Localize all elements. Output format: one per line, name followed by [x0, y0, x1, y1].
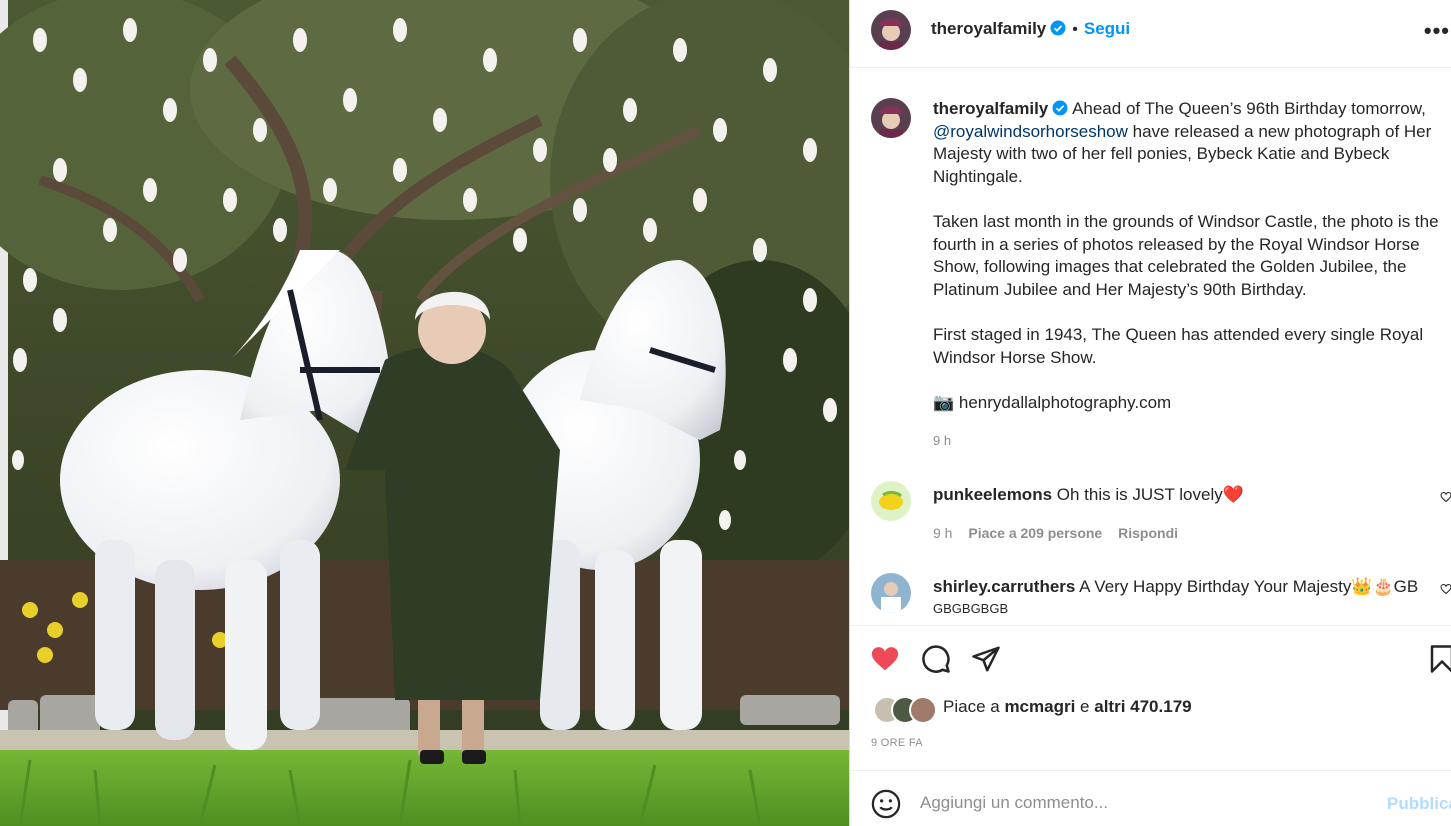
- comment-body: Oh this is JUST lovely❤️: [1056, 485, 1244, 504]
- add-comment-bar: Pubblica: [850, 770, 1451, 826]
- liker-avatar: [909, 696, 937, 724]
- comment-meta: 9 h Piace a 209 persone Rispondi: [933, 525, 1190, 541]
- commenter-avatar[interactable]: [871, 481, 911, 521]
- caption-time[interactable]: 9 h: [933, 433, 951, 448]
- commenter-username[interactable]: shirley.carruthers: [933, 577, 1075, 596]
- verified-badge-icon: [1052, 100, 1068, 116]
- comment-text: shirley.carruthers A Very Happy Birthday…: [933, 577, 1418, 597]
- likes-summary[interactable]: Piace a mcmagri e altri 470.179: [943, 697, 1192, 717]
- comment-time[interactable]: 9 h: [933, 525, 952, 541]
- bookmark-icon[interactable]: [1427, 644, 1451, 674]
- comment-likes[interactable]: Piace a 209 persone: [968, 525, 1102, 541]
- commenter-avatar[interactable]: [871, 573, 911, 613]
- post-sidebar: theroyalfamily • Segui ••• theroyalfamily …: [849, 0, 1451, 826]
- follow-button[interactable]: Segui: [1084, 19, 1130, 38]
- more-options-icon[interactable]: •••: [1424, 18, 1450, 44]
- caption-line: Platinum Jubilee and Her Majesty’s 90th …: [933, 279, 1307, 299]
- author-username[interactable]: theroyalfamily: [931, 19, 1046, 38]
- caption-line: have released a new photograph of Her: [1132, 121, 1432, 141]
- post-caption: theroyalfamily Ahead of The Queen’s 96th…: [933, 98, 1451, 414]
- caption-line: fourth in a series of photos released by…: [933, 234, 1420, 254]
- caption-avatar[interactable]: [871, 98, 911, 138]
- caption-line: Nightingale.: [933, 166, 1023, 186]
- likes-prefix: Piace a: [943, 697, 1000, 716]
- comment-text-continued: GBGBGBGB: [933, 601, 1009, 616]
- liker-username[interactable]: mcmagri: [1004, 697, 1075, 716]
- mention-link[interactable]: @royalwindsorhorseshow: [933, 122, 1128, 141]
- post-photo[interactable]: [0, 0, 849, 826]
- emoji-icon[interactable]: [871, 789, 901, 819]
- comment-like-icon[interactable]: [1440, 583, 1451, 595]
- heart-filled-icon[interactable]: [870, 644, 900, 674]
- caption-line: Windsor Horse Show.: [933, 347, 1097, 367]
- likers-avatars[interactable]: [873, 696, 943, 724]
- share-icon[interactable]: [971, 644, 1001, 674]
- caption-line: First staged in 1943, The Queen has atte…: [933, 324, 1424, 344]
- caption-line: Ahead of The Queen’s 96th Birthday tomor…: [1072, 99, 1426, 118]
- caption-line: Taken last month in the grounds of Winds…: [933, 211, 1439, 231]
- post-header: theroyalfamily • Segui •••: [850, 0, 1451, 68]
- caption-username[interactable]: theroyalfamily: [933, 99, 1048, 118]
- caption-line: 📷 henrydallalphotography.com: [933, 392, 1172, 412]
- author-avatar[interactable]: [871, 10, 911, 50]
- post-actions: Piace a mcmagri e altri 470.179 9 ORE FA: [850, 625, 1451, 771]
- comment-icon[interactable]: [921, 644, 951, 674]
- likes-middle: e: [1080, 697, 1090, 716]
- separator-dot: •: [1072, 21, 1078, 38]
- comment-input[interactable]: [920, 793, 1360, 813]
- caption-line: Show, following images that celebrated t…: [933, 257, 1407, 277]
- commenter-username[interactable]: punkeelemons: [933, 485, 1052, 504]
- comment-like-icon[interactable]: [1440, 491, 1451, 503]
- comment-body: A Very Happy Birthday Your Majesty👑🎂GB: [1079, 577, 1419, 596]
- likes-others[interactable]: altri 470.179: [1094, 697, 1191, 716]
- posted-ago[interactable]: 9 ORE FA: [871, 737, 923, 749]
- verified-badge-icon: [1050, 20, 1066, 36]
- publish-button[interactable]: Pubblica: [1387, 794, 1451, 814]
- comment-text: punkeelemons Oh this is JUST lovely❤️: [933, 485, 1244, 505]
- header-user-line: theroyalfamily • Segui: [931, 19, 1130, 39]
- caption-line: Majesty with two of her fell ponies, Byb…: [933, 144, 1390, 164]
- reply-button[interactable]: Rispondi: [1118, 525, 1178, 541]
- post-image: [0, 0, 849, 826]
